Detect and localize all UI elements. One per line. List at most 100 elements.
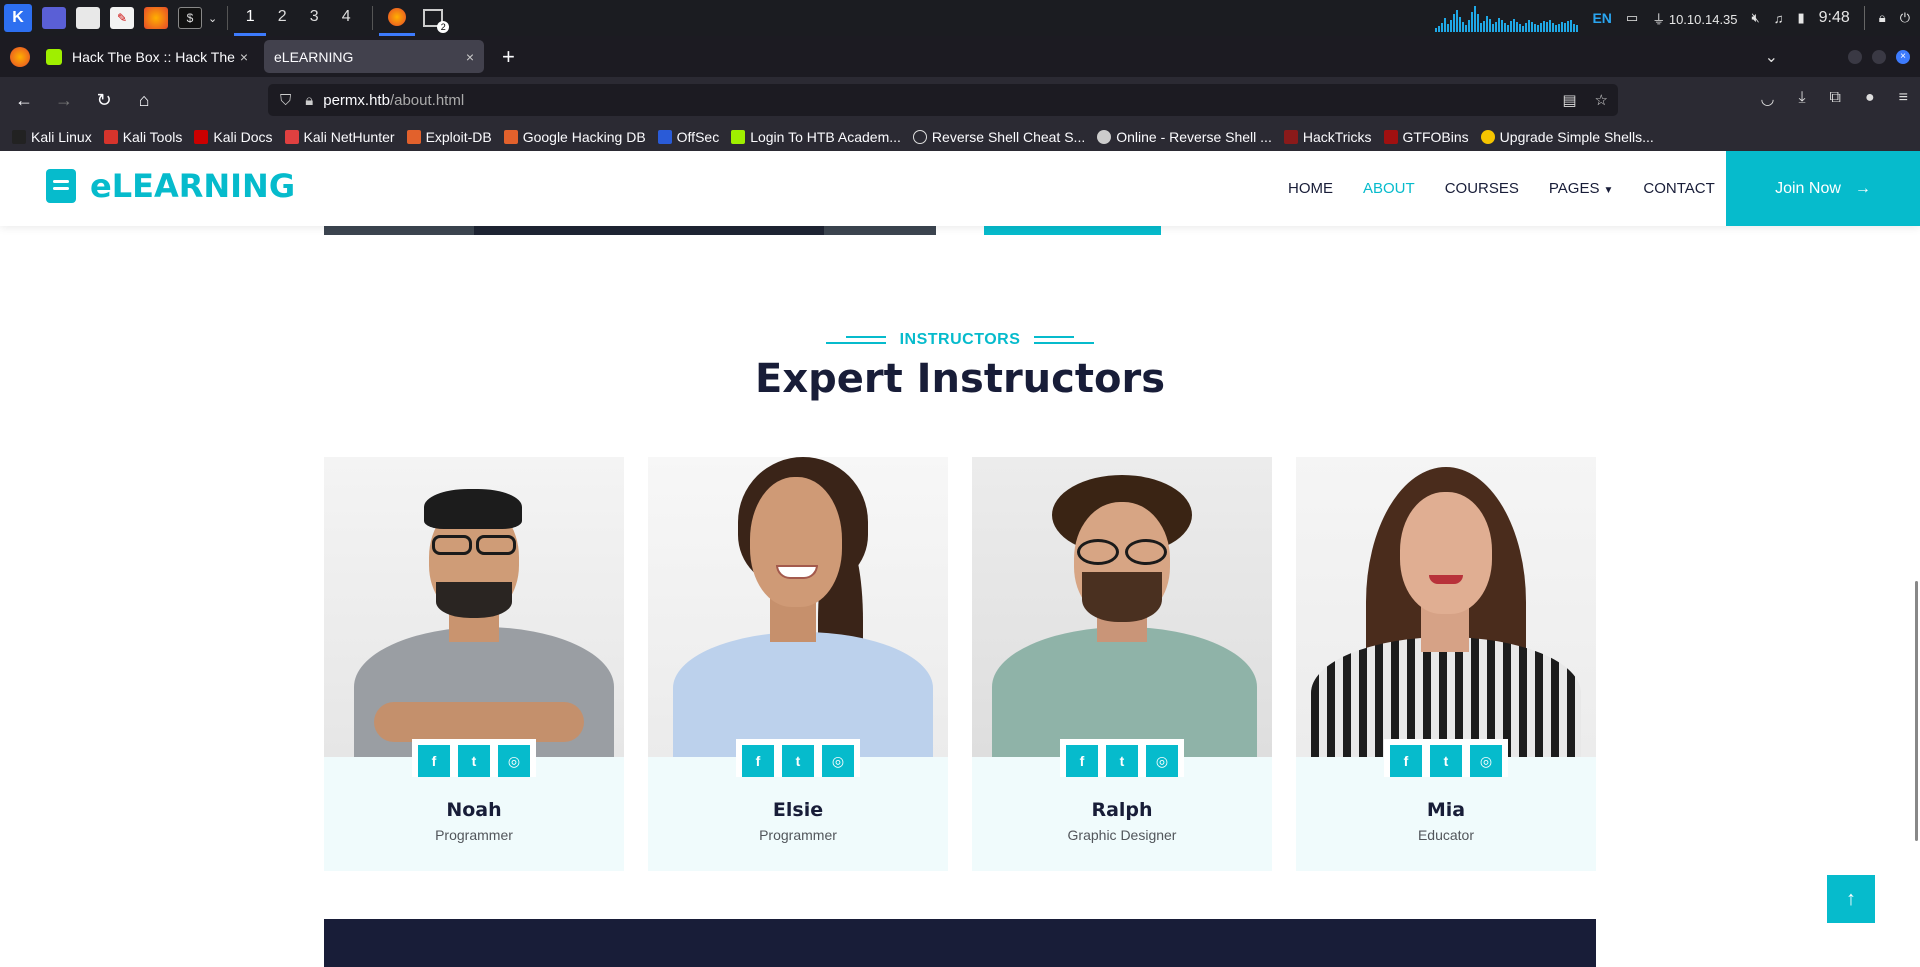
maximize-button[interactable] — [1872, 49, 1886, 64]
nav-pages[interactable]: PAGES ▼ — [1549, 180, 1613, 197]
reload-button[interactable]: ↻ — [88, 90, 120, 111]
bookmark-kali-docs[interactable]: Kali Docs — [194, 129, 273, 145]
join-now-button[interactable]: Join Now → — [1726, 151, 1920, 226]
bookmark-kali-tools[interactable]: Kali Tools — [103, 129, 182, 145]
account-icon[interactable]: ● — [1865, 89, 1875, 109]
back-to-top-button[interactable]: ↑ — [1827, 875, 1875, 923]
firefox-view-icon[interactable] — [10, 46, 30, 67]
facebook-icon[interactable]: f — [418, 745, 450, 777]
tab-elearning[interactable]: eLEARNING × — [264, 40, 484, 73]
nav-about[interactable]: ABOUT — [1363, 180, 1415, 197]
bookmark-exploit-db[interactable]: Exploit-DB — [406, 129, 492, 145]
close-tab-icon[interactable]: × — [240, 49, 248, 65]
new-tab-button[interactable]: + — [502, 44, 515, 70]
list-all-tabs-icon[interactable]: ⌄ — [1765, 47, 1778, 67]
bookmark-reverse-shell-cheat[interactable]: Reverse Shell Cheat S... — [912, 129, 1086, 145]
bookmark-online-reverse-shell[interactable]: Online - Reverse Shell ... — [1097, 129, 1272, 145]
downloads-icon[interactable]: ⤓ — [1798, 89, 1805, 109]
power-icon[interactable]: ⏻ — [1900, 10, 1910, 26]
notification-bell-icon[interactable]: ♫ — [1774, 11, 1784, 26]
page-info-icon[interactable]: 🔒︎ — [305, 92, 313, 109]
forward-button[interactable]: → — [48, 90, 80, 111]
bookmark-htb-academy[interactable]: Login To HTB Academ... — [731, 129, 901, 145]
terminal-window-button[interactable]: 2 — [415, 0, 451, 36]
extensions-icon[interactable]: ⧉ — [1830, 89, 1841, 109]
minimize-button[interactable] — [1848, 49, 1862, 64]
bookmark-upgrade-shells[interactable]: Upgrade Simple Shells... — [1480, 129, 1654, 145]
display-icon[interactable]: ▭ — [1626, 10, 1638, 26]
workspace-4[interactable]: 4 — [330, 0, 362, 36]
terminal-launcher-icon[interactable]: $ — [178, 7, 202, 29]
workspace-2[interactable]: 2 — [266, 0, 298, 36]
bookmark-label: Reverse Shell Cheat S... — [931, 129, 1086, 145]
twitter-icon[interactable]: t — [1106, 745, 1138, 777]
lock-icon[interactable]: 🔒︎ — [1879, 10, 1886, 26]
chevron-down-icon[interactable]: ⌄ — [208, 12, 217, 25]
mute-icon[interactable]: 🔇︎ — [1752, 10, 1760, 26]
bookmark-kali-linux[interactable]: Kali Linux — [12, 129, 92, 145]
facebook-icon[interactable]: f — [1390, 745, 1422, 777]
bookmark-offsec[interactable]: OffSec — [657, 129, 719, 145]
bookmark-star-icon[interactable]: ☆ — [1595, 91, 1608, 109]
twitter-icon[interactable]: t — [782, 745, 814, 777]
clock[interactable]: 9:48 — [1819, 9, 1850, 27]
instagram-icon[interactable]: ◎ — [822, 745, 854, 777]
network-icon[interactable]: ⏚ 10.10.14.35 — [1652, 9, 1737, 28]
instructor-name: Noah — [446, 799, 502, 821]
instructor-name: Elsie — [772, 799, 824, 821]
shield-icon[interactable]: ⛉ — [280, 92, 291, 109]
bookmark-google-hacking-db[interactable]: Google Hacking DB — [503, 129, 646, 145]
kali-menu-icon[interactable]: K — [4, 4, 32, 32]
section-header: INSTRUCTORS Expert Instructors — [0, 331, 1920, 402]
bookmark-label: Kali Linux — [31, 129, 92, 145]
close-tab-icon[interactable]: × — [466, 49, 474, 65]
reader-view-icon[interactable]: ▤ — [1562, 91, 1576, 109]
nav-courses[interactable]: COURSES — [1445, 180, 1519, 197]
instructor-photo — [972, 457, 1272, 757]
address-bar[interactable]: ⛉ 🔒︎ permx.htb/about.html ▤ ☆ — [268, 84, 1618, 116]
instructor-photo — [324, 457, 624, 757]
instagram-icon[interactable]: ◎ — [1470, 745, 1502, 777]
hacktricks-icon — [1283, 130, 1298, 144]
desktop-icon[interactable] — [42, 7, 66, 29]
close-window-button[interactable]: × — [1896, 49, 1910, 64]
bookmark-hacktricks[interactable]: HackTricks — [1283, 129, 1372, 145]
bookmarks-bar: Kali Linux Kali Tools Kali Docs Kali Net… — [0, 123, 1920, 151]
home-button[interactable]: ⌂ — [128, 90, 160, 111]
instructor-card: Elsie Programmer f t ◎ — [648, 457, 948, 871]
scrollbar-thumb[interactable] — [1915, 581, 1918, 841]
workspace-3[interactable]: 3 — [298, 0, 330, 36]
nav-contact[interactable]: CONTACT — [1643, 180, 1714, 197]
twitter-icon[interactable]: t — [1430, 745, 1462, 777]
firefox-launcher-icon[interactable] — [144, 7, 168, 29]
tab-hack-the-box[interactable]: Hack The Box :: Hack The × — [36, 40, 258, 73]
bookmark-kali-nethunter[interactable]: Kali NetHunter — [284, 129, 395, 145]
url-path: /about.html — [389, 91, 465, 109]
instagram-icon[interactable]: ◎ — [498, 745, 530, 777]
site-logo[interactable]: eLEARNING — [46, 167, 295, 205]
about-button-edge[interactable] — [984, 226, 1161, 235]
facebook-icon[interactable]: f — [1066, 745, 1098, 777]
brand-name: eLEARNING — [90, 167, 296, 205]
twitter-icon[interactable]: t — [458, 745, 490, 777]
instagram-icon[interactable]: ◎ — [1146, 745, 1178, 777]
battery-icon[interactable]: ▮ — [1797, 10, 1804, 26]
menu-icon[interactable]: ≡ — [1899, 89, 1908, 109]
workspace-1[interactable]: 1 — [234, 0, 267, 36]
htb-icon — [731, 130, 746, 144]
file-manager-icon[interactable] — [76, 7, 100, 29]
toolbar-actions: ◡ ⤓ ⧉ ● ≡ — [1761, 89, 1909, 109]
back-button[interactable]: ← — [8, 90, 40, 111]
bookmark-gtfobins[interactable]: GTFOBins — [1383, 129, 1469, 145]
firefox-window-button[interactable] — [379, 0, 416, 36]
facebook-icon[interactable]: f — [742, 745, 774, 777]
terminal-icon: 2 — [423, 9, 450, 33]
social-links: f t ◎ — [324, 739, 624, 777]
pocket-icon[interactable]: ◡ — [1761, 89, 1775, 109]
keyboard-layout[interactable]: EN — [1592, 10, 1611, 26]
main-menu: HOME ABOUT COURSES PAGES ▼ CONTACT — [1288, 151, 1715, 226]
text-editor-icon[interactable]: ✎ — [110, 7, 134, 29]
bookmark-label: Google Hacking DB — [522, 129, 646, 145]
arrow-up-icon: ↑ — [1846, 887, 1856, 910]
nav-home[interactable]: HOME — [1288, 180, 1333, 197]
